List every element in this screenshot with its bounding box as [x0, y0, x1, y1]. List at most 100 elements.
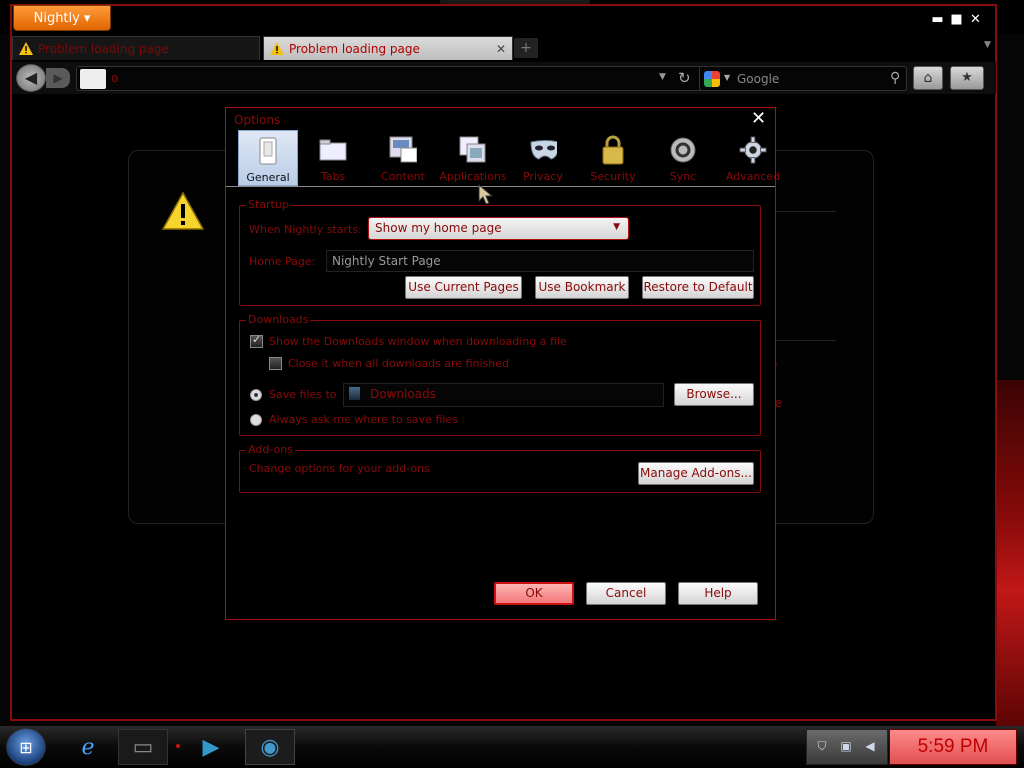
close-tab-icon[interactable]: ✕ [496, 42, 506, 56]
pane-label: Privacy [523, 170, 563, 183]
tab-title: Problem loading page [38, 41, 169, 56]
tab-list-dropdown[interactable]: ▼ [984, 40, 991, 50]
manage-addons-button[interactable]: Manage Add-ons... [638, 462, 754, 485]
firefox-icon[interactable]: ◉ [245, 729, 295, 765]
google-icon[interactable] [704, 71, 720, 87]
advanced-gear-icon [739, 136, 767, 164]
forward-button[interactable]: ▶ [46, 68, 70, 88]
addons-description: Change options for your add-ons [249, 462, 430, 475]
ok-button[interactable]: OK [494, 582, 574, 605]
sync-icon [669, 136, 697, 164]
search-bar[interactable]: ▼ Google ⚲ [699, 66, 907, 91]
chevron-down-icon: ▾ [83, 10, 91, 26]
pane-label: Security [590, 170, 636, 183]
url-bar[interactable]: o ▼ ↻ [76, 66, 708, 91]
tab-problem-loading-2[interactable]: Problem loading page ✕ [263, 36, 513, 60]
home-button[interactable]: ⌂ [913, 66, 943, 90]
close-when-done-checkbox[interactable] [269, 357, 282, 370]
always-ask-radio[interactable] [250, 414, 262, 426]
save-folder-field[interactable]: Downloads [343, 383, 664, 407]
page-icon [80, 69, 106, 89]
startup-dropdown-value: Show my home page [375, 221, 502, 235]
taskbar: ⊞ ℯ ▭ ▶ ◉ ⛉ ▣ ◀ 5:59 PM [0, 726, 1024, 768]
pane-privacy[interactable]: Privacy [508, 130, 578, 186]
network-icon[interactable]: ▣ [839, 739, 853, 753]
desktop: Nightly ▾ ▬ ■ ✕ Problem loading page Pro… [0, 0, 1024, 768]
pane-tabs[interactable]: Tabs [298, 130, 368, 186]
folder-icon [349, 387, 360, 400]
divider [768, 340, 836, 341]
warning-icon [270, 42, 284, 55]
tab-problem-loading-1[interactable]: Problem loading page [12, 36, 260, 60]
close-icon[interactable]: ✕ [751, 108, 766, 129]
search-input[interactable]: Google [737, 72, 779, 86]
internet-explorer-icon[interactable]: ℯ [63, 729, 113, 765]
chevron-down-icon[interactable]: ▼ [659, 72, 666, 82]
search-icon[interactable]: ⚲ [890, 70, 900, 86]
pane-general[interactable]: General [238, 130, 298, 186]
home-page-field[interactable]: Nightly Start Page [326, 250, 754, 272]
pane-label: Advanced [725, 170, 781, 183]
cancel-button[interactable]: Cancel [586, 582, 666, 605]
when-starts-label: When Nightly starts: [249, 223, 362, 236]
pane-selector: General Tabs Content Applications Privac… [238, 130, 788, 186]
clock[interactable]: 5:59 PM [889, 729, 1017, 765]
use-bookmark-button[interactable]: Use Bookmark [535, 276, 629, 299]
pane-label: General [246, 171, 290, 184]
restore-default-button[interactable]: Restore to Default [642, 276, 754, 299]
use-current-pages-button[interactable]: Use Current Pages [405, 276, 522, 299]
nightly-menu-button[interactable]: Nightly ▾ [13, 5, 111, 31]
startup-group: Startup When Nightly starts: Show my hom… [239, 198, 761, 306]
chevron-down-icon: ▼ [613, 222, 620, 232]
show-downloads-label: Show the Downloads window when downloadi… [269, 335, 567, 348]
startup-dropdown[interactable]: Show my home page ▼ [368, 217, 629, 240]
group-label: Add-ons [246, 443, 295, 456]
help-button[interactable]: Help [678, 582, 758, 605]
general-icon [254, 137, 282, 165]
window-controls: ▬ ■ ✕ [930, 12, 983, 27]
dialog-title: Options [234, 113, 281, 127]
pane-content[interactable]: Content [368, 130, 438, 186]
pane-sync[interactable]: Sync [648, 130, 718, 186]
options-dialog: Options ✕ General Tabs Content Applicati… [225, 107, 780, 620]
close-when-done-label: Close it when all downloads are finished [288, 357, 509, 370]
volume-icon[interactable]: ◀ [863, 739, 877, 753]
chevron-down-icon[interactable]: ▼ [724, 73, 730, 82]
warning-icon [19, 42, 33, 55]
group-label: Downloads [246, 313, 311, 326]
system-tray: ⛉ ▣ ◀ [806, 729, 888, 765]
warning-icon [162, 192, 204, 230]
browse-button[interactable]: Browse... [674, 383, 754, 406]
pane-applications[interactable]: Applications [438, 130, 508, 186]
nightly-menu-label: Nightly [33, 10, 80, 26]
media-player-icon[interactable]: ▶ [186, 729, 236, 765]
pane-label: Content [381, 170, 425, 183]
always-ask-label: Always ask me where to save files [269, 413, 458, 426]
pane-advanced[interactable]: Advanced [718, 130, 788, 186]
divider [768, 211, 836, 212]
group-label: Startup [246, 198, 291, 211]
tab-title: Problem loading page [289, 41, 420, 56]
desktop-wallpaper [996, 380, 1024, 730]
privacy-mask-icon [529, 136, 557, 164]
pane-label: Sync [669, 170, 697, 183]
shield-icon[interactable]: ⛉ [815, 739, 829, 753]
tabs-icon [319, 136, 347, 164]
minimize-button[interactable]: ▬ [930, 12, 945, 27]
save-files-label: Save files to [269, 388, 337, 401]
start-button[interactable]: ⊞ [6, 728, 46, 766]
content-icon [389, 136, 417, 164]
show-downloads-checkbox[interactable] [250, 333, 263, 348]
terminal-icon[interactable]: ▭ [118, 729, 168, 765]
new-tab-button[interactable]: + [514, 38, 538, 58]
tab-bar: Problem loading page Problem loading pag… [12, 36, 996, 60]
pane-security[interactable]: Security [578, 130, 648, 186]
close-window-button[interactable]: ✕ [968, 12, 983, 27]
mouse-cursor [478, 184, 494, 205]
save-files-radio[interactable] [250, 389, 262, 401]
bookmarks-button[interactable]: ★ [950, 66, 984, 90]
reload-icon[interactable]: ↻ [678, 69, 691, 87]
maximize-button[interactable]: ■ [949, 12, 964, 27]
taskbar-indicator [176, 744, 180, 748]
back-button[interactable]: ◀ [16, 64, 46, 92]
